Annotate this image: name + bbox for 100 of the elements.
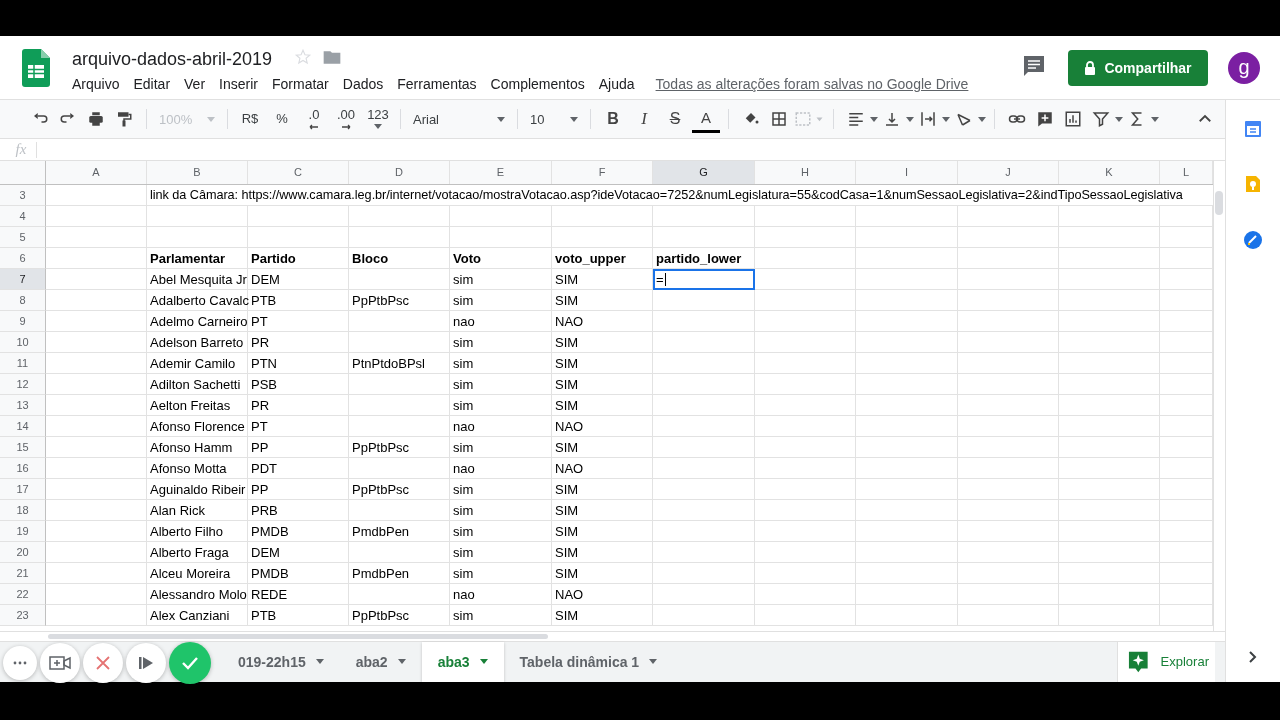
row-header[interactable]: 5	[0, 227, 46, 248]
row-header[interactable]: 12	[0, 374, 46, 395]
menu-item[interactable]: Ferramentas	[390, 74, 484, 94]
column-header[interactable]: H	[755, 161, 856, 184]
italic-button[interactable]: I	[630, 107, 658, 132]
sheet-tab[interactable]: 019-22h15	[222, 641, 340, 682]
row-header[interactable]: 16	[0, 458, 46, 479]
column-header[interactable]: J	[958, 161, 1059, 184]
row-header[interactable]: 17	[0, 479, 46, 500]
table-cell-text: SIM	[554, 355, 580, 373]
row-header[interactable]: 11	[0, 353, 46, 374]
table-cell-text: Alan Rick	[149, 502, 206, 520]
arrow-icon	[308, 123, 320, 130]
play-button[interactable]	[126, 642, 166, 683]
table-cell-text: Adelmo Carneiro	[149, 313, 248, 331]
menu-item[interactable]: Dados	[335, 74, 391, 94]
text-color-button[interactable]: A	[692, 105, 720, 133]
column-header[interactable]: I	[856, 161, 958, 184]
number-format-button[interactable]: .00	[332, 107, 360, 132]
strikethrough-button[interactable]: S	[661, 107, 689, 132]
table-cell-text: nao	[452, 460, 476, 478]
bold-button[interactable]: B	[599, 107, 627, 132]
check-icon	[181, 655, 199, 670]
column-header[interactable]: K	[1059, 161, 1160, 184]
horizontal-scrollbar[interactable]	[0, 630, 1225, 641]
number-format-button[interactable]: .0	[300, 107, 328, 132]
row-header[interactable]: 10	[0, 332, 46, 353]
table-cell-text: SIM	[554, 544, 580, 562]
document-title[interactable]: arquivo-dados-abril-2019	[72, 48, 273, 70]
row-header[interactable]: 8	[0, 290, 46, 311]
row-header[interactable]: 3	[0, 185, 46, 206]
arrow-icon	[340, 123, 352, 130]
close-button[interactable]	[83, 642, 123, 683]
sheet-tab[interactable]: aba3	[421, 641, 504, 682]
table-cell-text: SIM	[554, 607, 580, 625]
table-cell-text: PTB	[250, 292, 278, 310]
column-header[interactable]: D	[349, 161, 450, 184]
table-cell-text: Alberto Filho	[149, 523, 224, 541]
column-heading: partido_lower	[655, 250, 743, 268]
menu-item[interactable]: Complementos	[483, 74, 592, 94]
number-format-button[interactable]: R$	[236, 107, 264, 132]
column-header[interactable]: C	[248, 161, 349, 184]
font-size-dropdown[interactable]: 10	[526, 111, 582, 127]
table-cell-text: SIM	[554, 565, 580, 583]
caret-icon	[649, 659, 658, 665]
table-cell-text: sim	[452, 439, 475, 457]
row-header[interactable]: 20	[0, 542, 46, 563]
column-header[interactable]: E	[450, 161, 552, 184]
avatar[interactable]: g	[1228, 51, 1260, 84]
row-header[interactable]: 21	[0, 563, 46, 584]
table-cell-text: Afonso Florence	[149, 418, 246, 436]
camera-plus-button[interactable]	[40, 642, 80, 683]
font-dropdown[interactable]: Arial	[409, 111, 509, 127]
row-header[interactable]: 4	[0, 206, 46, 227]
menu-item[interactable]: Editar	[126, 74, 178, 94]
sheet-tab[interactable]: Tabela dinâmica 1	[503, 641, 674, 682]
sheet-tab[interactable]: aba2	[339, 641, 422, 682]
row-header[interactable]: 14	[0, 416, 46, 437]
number-format-button[interactable]: %	[268, 107, 296, 132]
calendar-icon[interactable]	[1244, 120, 1262, 138]
table-cell-text: Ademir Camilo	[149, 355, 237, 373]
row-header[interactable]: 15	[0, 437, 46, 458]
row-header[interactable]: 23	[0, 605, 46, 626]
table-cell-text: PpPtbPsc	[351, 292, 411, 310]
number-format-dropdown[interactable]: 123	[364, 107, 392, 132]
caret-icon	[870, 116, 878, 122]
active-cell[interactable]: =	[653, 269, 755, 290]
table-cell-text: Adelson Barreto	[149, 334, 245, 352]
row-header[interactable]: 9	[0, 311, 46, 332]
table-cell-text: SIM	[554, 481, 580, 499]
vertical-scrollbar[interactable]	[1213, 161, 1225, 631]
menu-item[interactable]: Inserir	[212, 74, 265, 94]
table-cell-text: Abel Mesquita Jr	[149, 271, 248, 289]
menu-item[interactable]: Formatar	[264, 74, 336, 94]
column-header[interactable]: G	[653, 161, 755, 184]
column-header[interactable]: A	[46, 161, 147, 184]
table-cell-text: PT	[250, 313, 269, 331]
column-header[interactable]: B	[147, 161, 248, 184]
table-cell-text: SIM	[554, 271, 580, 289]
share-button[interactable]: Compartilhar	[1068, 49, 1208, 86]
expand-icon[interactable]	[1248, 650, 1258, 664]
row-header[interactable]: 7	[0, 269, 46, 290]
confirm-button[interactable]	[169, 641, 211, 684]
sheets-logo[interactable]	[22, 49, 50, 87]
row-header[interactable]: 6	[0, 248, 46, 269]
explore-icon	[1128, 649, 1149, 674]
table-cell-text: sim	[452, 271, 475, 289]
caret-icon	[374, 124, 382, 130]
row-header[interactable]: 19	[0, 521, 46, 542]
explore-button[interactable]: Explorar	[1117, 641, 1215, 682]
menu-item[interactable]: Ver	[177, 74, 213, 94]
row-header[interactable]: 18	[0, 500, 46, 521]
table-cell-text: sim	[452, 481, 475, 499]
row-header[interactable]: 22	[0, 584, 46, 605]
save-status-link[interactable]: Todas as alterações foram salvas no Google Drive	[655, 76, 969, 92]
menu-item[interactable]: Ajuda	[591, 74, 642, 94]
table-cell-text: sim	[452, 607, 475, 625]
table-cell-text: Afonso Hamm	[149, 439, 234, 457]
menu-item[interactable]: Arquivo	[72, 74, 127, 94]
row-header[interactable]: 13	[0, 395, 46, 416]
